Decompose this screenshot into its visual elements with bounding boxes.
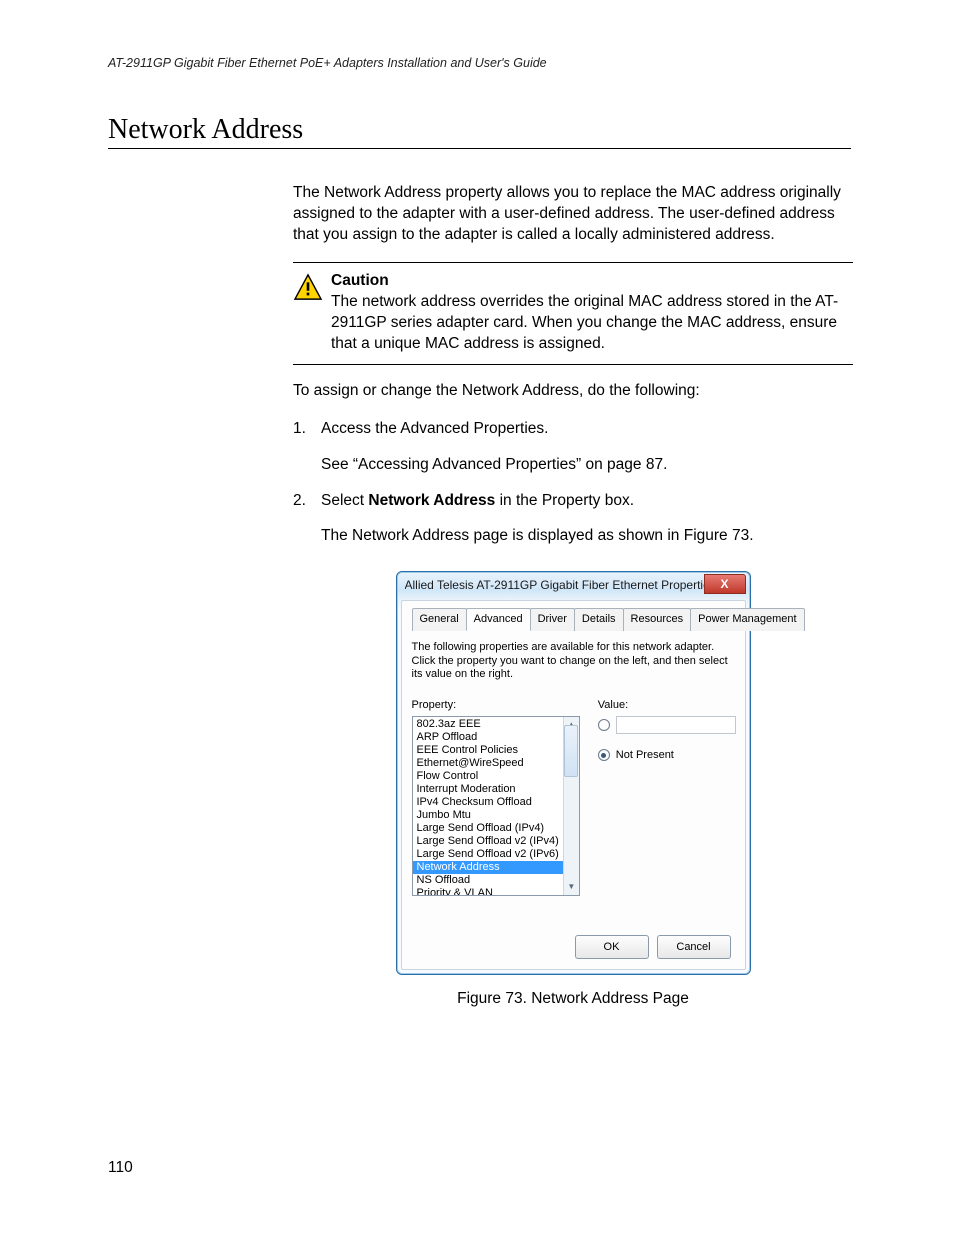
- step-1-sub: See “Accessing Advanced Properties” on p…: [321, 454, 853, 476]
- tab-resources[interactable]: Resources: [623, 608, 692, 631]
- figure-caption: Figure 73. Network Address Page: [293, 989, 853, 1010]
- list-item[interactable]: Jumbo Mtu: [413, 809, 563, 822]
- caution-text-wrap: Caution The network address overrides th…: [331, 271, 853, 355]
- body-column: The Network Address property allows you …: [293, 183, 853, 1010]
- property-listbox[interactable]: 802.3az EEE ARP Offload EEE Control Poli…: [412, 716, 580, 896]
- scroll-down-icon[interactable]: ▼: [565, 881, 577, 893]
- properties-dialog: Allied Telesis AT-2911GP Gigabit Fiber E…: [396, 571, 751, 975]
- not-present-label: Not Present: [616, 748, 674, 763]
- dialog-body: General Advanced Driver Details Resource…: [401, 600, 746, 970]
- caution-label: Caution: [331, 272, 389, 289]
- cancel-button[interactable]: Cancel: [657, 935, 731, 959]
- dialog-description: The following properties are available f…: [412, 641, 735, 682]
- close-button[interactable]: X: [704, 574, 746, 594]
- scroll-thumb[interactable]: [564, 725, 578, 777]
- tab-driver[interactable]: Driver: [530, 608, 575, 631]
- value-input[interactable]: [616, 716, 736, 734]
- lead-in: To assign or change the Network Address,…: [293, 381, 853, 402]
- listbox-scrollbar[interactable]: ▲ ▼: [563, 717, 579, 895]
- value-label: Value:: [598, 698, 736, 713]
- step-2-sub: The Network Address page is displayed as…: [321, 525, 853, 547]
- step-2-bold: Network Address: [368, 492, 495, 509]
- list-item[interactable]: IPv4 Checksum Offload: [413, 796, 563, 809]
- dialog-tabs: General Advanced Driver Details Resource…: [412, 607, 735, 631]
- list-item[interactable]: EEE Control Policies: [413, 744, 563, 757]
- dialog-titlebar[interactable]: Allied Telesis AT-2911GP Gigabit Fiber E…: [397, 572, 750, 598]
- list-item[interactable]: Large Send Offload v2 (IPv4): [413, 835, 563, 848]
- property-list-inner: 802.3az EEE ARP Offload EEE Control Poli…: [413, 717, 563, 895]
- dialog-title: Allied Telesis AT-2911GP Gigabit Fiber E…: [405, 577, 704, 593]
- list-item[interactable]: Large Send Offload v2 (IPv6): [413, 848, 563, 861]
- dialog-buttons: OK Cancel: [575, 935, 731, 959]
- step-2-pre: Select: [321, 492, 368, 509]
- list-item[interactable]: Ethernet@WireSpeed: [413, 757, 563, 770]
- intro-paragraph: The Network Address property allows you …: [293, 183, 853, 246]
- page-number: 110: [108, 1159, 133, 1177]
- section-title: Network Address: [108, 114, 851, 146]
- list-item[interactable]: Priority & VLAN: [413, 887, 563, 895]
- section-rule: [108, 148, 851, 149]
- value-radio-not-present[interactable]: Not Present: [598, 748, 736, 763]
- list-item[interactable]: ARP Offload: [413, 731, 563, 744]
- list-item[interactable]: Interrupt Moderation: [413, 783, 563, 796]
- list-item[interactable]: NS Offload: [413, 874, 563, 887]
- list-item[interactable]: 802.3az EEE: [413, 718, 563, 731]
- warning-icon: [293, 273, 323, 301]
- caution-block: Caution The network address overrides th…: [293, 262, 853, 366]
- step-2: Select Network Address in the Property b…: [293, 490, 853, 547]
- radio-icon[interactable]: [598, 749, 610, 761]
- tab-general[interactable]: General: [412, 608, 467, 631]
- step-1: Access the Advanced Properties. See “Acc…: [293, 418, 853, 475]
- property-label: Property:: [412, 698, 580, 713]
- radio-icon[interactable]: [598, 719, 610, 731]
- step-2-post: in the Property box.: [495, 492, 634, 509]
- caution-body: The network address overrides the origin…: [331, 293, 838, 352]
- running-header: AT-2911GP Gigabit Fiber Ethernet PoE+ Ad…: [108, 56, 851, 70]
- tab-power-management[interactable]: Power Management: [690, 608, 804, 631]
- ok-button[interactable]: OK: [575, 935, 649, 959]
- list-item[interactable]: Large Send Offload (IPv4): [413, 822, 563, 835]
- steps-list: Access the Advanced Properties. See “Acc…: [293, 418, 853, 547]
- tab-details[interactable]: Details: [574, 608, 624, 631]
- list-item[interactable]: Flow Control: [413, 770, 563, 783]
- tab-advanced[interactable]: Advanced: [466, 608, 531, 631]
- list-item-selected[interactable]: Network Address: [413, 861, 563, 874]
- figure-wrap: Allied Telesis AT-2911GP Gigabit Fiber E…: [293, 571, 853, 1010]
- step-1-text: Access the Advanced Properties.: [321, 420, 548, 437]
- value-radio-custom[interactable]: [598, 716, 736, 734]
